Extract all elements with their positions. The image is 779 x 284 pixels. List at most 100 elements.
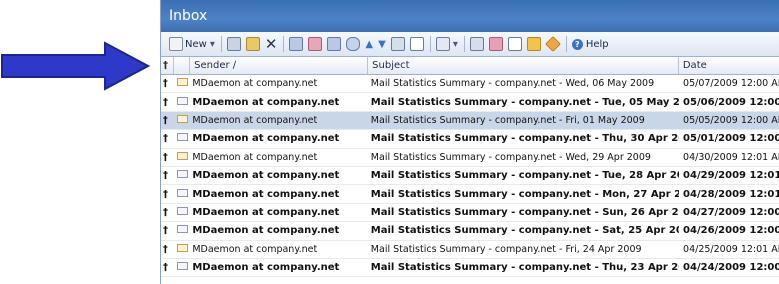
column-date[interactable]: Date <box>679 57 779 74</box>
envelope-open-icon <box>173 78 189 89</box>
message-date: 04/27/2009 12:00 AM <box>683 206 779 218</box>
message-date: 05/06/2009 12:00 AM <box>683 96 779 108</box>
calendar-button[interactable] <box>487 35 505 53</box>
notes-button[interactable] <box>525 35 543 53</box>
message-subject: Mail Statistics Summary - company.net - … <box>370 151 651 163</box>
help-button[interactable]: ? Help <box>570 35 611 53</box>
attachment-icon: † <box>163 225 168 237</box>
envelope-open-icon <box>173 243 189 255</box>
message-date: 05/07/2009 12:00 AM <box>683 78 779 90</box>
envelope-open-icon <box>173 114 189 126</box>
window-title: Inbox <box>161 0 779 32</box>
message-subject: Mail Statistics Summary - company.net - … <box>370 114 645 126</box>
message-row[interactable]: † MDaemon at company.net Mail Statistics S… <box>161 222 779 241</box>
paperclip-icon: † <box>163 60 168 71</box>
message-date: 04/28/2009 12:01 AM <box>683 188 779 200</box>
delete-icon: ✕ <box>264 35 278 53</box>
column-attachment[interactable]: † <box>161 57 174 74</box>
message-date: 05/01/2009 12:00 AM <box>683 133 779 145</box>
message-row[interactable]: † MDaemon at company.net Mail Statistics S… <box>161 185 779 204</box>
options-icon <box>507 37 522 51</box>
tasks-button[interactable] <box>544 35 562 53</box>
message-row[interactable]: † MDaemon at company.net Mail Statistics S… <box>161 75 779 94</box>
message-subject: Mail Statistics Summary - company.net - … <box>370 206 680 218</box>
tasks-icon <box>544 36 561 52</box>
print-icon <box>226 37 241 51</box>
chevron-down-icon: ▾ <box>452 38 458 50</box>
message-row[interactable]: † MDaemon at company.net Mail Statistics S… <box>161 93 779 112</box>
column-icon[interactable] <box>174 57 191 74</box>
message-row[interactable]: † MDaemon at company.net Mail Statistics S… <box>161 130 779 149</box>
message-date: 04/25/2009 12:01 AM <box>683 243 779 255</box>
message-sender: MDaemon at company.net <box>192 225 340 237</box>
find-icon <box>346 37 361 51</box>
reply-all-button[interactable] <box>306 35 324 53</box>
help-icon: ? <box>571 38 583 50</box>
message-sender: MDaemon at company.net <box>192 188 340 200</box>
forward-icon <box>327 37 342 51</box>
attachment-icon: † <box>163 170 168 182</box>
send-receive-icon <box>390 37 405 51</box>
attachment-icon: † <box>163 151 168 163</box>
help-button-label: Help <box>585 38 609 50</box>
message-sender: MDaemon at company.net <box>192 133 340 145</box>
down-arrow-icon: ▼ <box>378 38 386 50</box>
move-button[interactable] <box>244 35 262 53</box>
new-button[interactable]: New ▾ <box>167 35 217 53</box>
attachment-icon: † <box>163 114 168 126</box>
forward-button[interactable] <box>325 35 343 53</box>
message-subject: Mail Statistics Summary - company.net - … <box>370 170 680 182</box>
message-row[interactable]: † MDaemon at company.net Mail Statistics S… <box>161 204 779 223</box>
chevron-down-icon: ▾ <box>209 38 215 50</box>
message-row[interactable]: † MDaemon at company.net Mail Statistics S… <box>161 241 779 259</box>
print-button[interactable] <box>225 35 243 53</box>
address-book-button[interactable] <box>468 35 486 53</box>
folder-move-icon <box>245 37 260 51</box>
message-sender: MDaemon at company.net <box>192 262 340 274</box>
envelope-closed-icon <box>173 262 189 273</box>
message-list-header: † Sender ∕ Subject Date <box>161 57 779 75</box>
columns-button[interactable]: ▾ <box>434 35 460 53</box>
attachment-icon: † <box>163 206 168 218</box>
delete-button[interactable]: ✕ <box>263 35 280 53</box>
attachment-icon: † <box>163 133 168 145</box>
attachment-icon: † <box>163 262 168 274</box>
inbox-window: Inbox New ▾ ✕ ▲ ▼ ▾ ? Help † Sender ∕ Su… <box>160 0 779 284</box>
message-sender: MDaemon at company.net <box>192 114 318 126</box>
find-button[interactable] <box>344 35 362 53</box>
send-receive-button[interactable] <box>389 35 407 53</box>
message-row[interactable]: † MDaemon at company.net Mail Statistics S… <box>161 259 779 278</box>
toolbar-separator <box>463 36 465 52</box>
message-date: 05/05/2009 12:00 AM <box>683 114 779 126</box>
previous-button[interactable]: ▲ <box>363 35 375 53</box>
reply-button[interactable] <box>287 35 305 53</box>
envelope-closed-icon <box>173 206 189 218</box>
notes-icon <box>526 37 541 51</box>
column-sender[interactable]: Sender ∕ <box>190 57 369 74</box>
next-button[interactable]: ▼ <box>376 35 388 53</box>
toolbar: New ▾ ✕ ▲ ▼ ▾ ? Help <box>161 32 779 57</box>
attachment-icon: † <box>163 78 168 90</box>
message-date: 04/26/2009 12:00 AM <box>683 225 779 237</box>
address-book-icon <box>469 37 484 51</box>
message-row[interactable]: † MDaemon at company.net Mail Statistics S… <box>161 149 779 167</box>
envelope-open-icon <box>173 151 189 163</box>
reply-all-icon <box>308 37 323 51</box>
attachment-icon: † <box>163 188 168 200</box>
message-row[interactable]: † MDaemon at company.net Mail Statistics S… <box>161 111 779 131</box>
view-button[interactable] <box>408 35 426 53</box>
toolbar-separator <box>220 36 222 52</box>
message-date: 04/24/2009 12:00 AM <box>683 262 779 274</box>
message-date: 04/29/2009 12:01 AM <box>683 170 779 182</box>
column-subject[interactable]: Subject <box>368 57 679 74</box>
message-sender: MDaemon at company.net <box>192 96 340 108</box>
envelope-closed-icon <box>173 225 189 236</box>
message-subject: Mail Statistics Summary - company.net - … <box>370 225 680 237</box>
options-button[interactable] <box>506 35 524 53</box>
envelope-closed-icon <box>173 133 189 144</box>
message-subject: Mail Statistics Summary - company.net - … <box>370 133 680 145</box>
sender-header-label: Sender <box>194 60 230 71</box>
message-sender: MDaemon at company.net <box>192 243 318 255</box>
toolbar-separator <box>429 36 431 52</box>
message-row[interactable]: † MDaemon at company.net Mail Statistics S… <box>161 167 779 186</box>
